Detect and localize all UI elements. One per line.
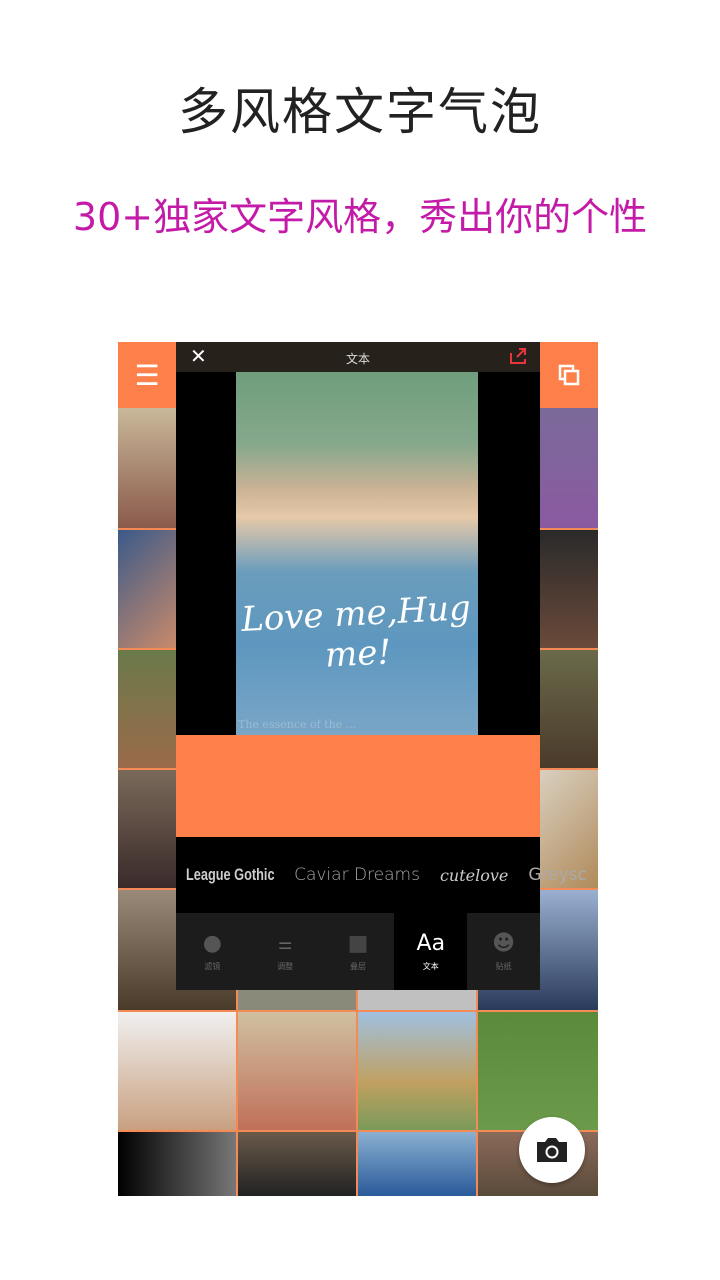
photo-thumb[interactable] bbox=[118, 530, 176, 648]
dialog-title: 文本 bbox=[345, 352, 370, 366]
sticker-icon: ☻ bbox=[492, 930, 516, 956]
photo-thumb[interactable] bbox=[118, 650, 176, 768]
dialog-header: ✕ 文本 bbox=[176, 342, 540, 372]
promo-title: 多风格文字气泡 bbox=[178, 83, 542, 141]
photo-thumb[interactable] bbox=[358, 990, 476, 1010]
photo-thumb[interactable] bbox=[478, 1012, 598, 1130]
tool-text[interactable]: Aa 文本 bbox=[394, 913, 468, 990]
font-option[interactable]: Caviar Dreams bbox=[294, 865, 420, 885]
photo-thumb[interactable] bbox=[238, 990, 356, 1010]
font-option[interactable]: League Gothic bbox=[186, 865, 275, 885]
font-option[interactable]: Greysc bbox=[528, 865, 587, 885]
tool-bar: ● 滤镜 ⚌ 调整 ■ 叠层 Aa 文本 ☻ 贴纸 bbox=[176, 913, 540, 990]
tool-adjust[interactable]: ⚌ 调整 bbox=[249, 913, 322, 990]
tool-layers[interactable]: ■ 叠层 bbox=[322, 913, 395, 990]
filter-icon: ● bbox=[202, 930, 222, 956]
text-editor-dialog: ✕ 文本 Love me,Hug me! The essence of the … bbox=[176, 342, 587, 990]
camera-button[interactable] bbox=[519, 1117, 585, 1183]
photo-thumb[interactable] bbox=[540, 408, 598, 528]
menu-button[interactable]: ☰ bbox=[118, 342, 176, 408]
font-option[interactable]: cutelove bbox=[440, 866, 508, 885]
menu-icon: ☰ bbox=[134, 358, 160, 392]
photo-thumb[interactable] bbox=[238, 1132, 356, 1196]
camera-icon bbox=[537, 1138, 567, 1162]
tool-sticker[interactable]: ☻ 贴纸 bbox=[467, 913, 540, 990]
copy-icon bbox=[558, 364, 580, 386]
photo-thumb[interactable] bbox=[118, 770, 176, 888]
promo-subtitle: 30+独家文字风格，秀出你的个性 bbox=[72, 195, 648, 239]
photo-thumb[interactable] bbox=[540, 650, 598, 768]
layers-icon: ■ bbox=[347, 930, 369, 956]
app-screenshot: ☰ ✕ 文本 Love me,Hug me! The essence of th… bbox=[118, 342, 598, 1196]
font-picker: League Gothic Caviar Dreams cutelove Gre… bbox=[176, 837, 587, 913]
photo-thumb[interactable] bbox=[358, 1012, 476, 1130]
collage-button[interactable] bbox=[540, 342, 598, 408]
tool-filter[interactable]: ● 滤镜 bbox=[176, 913, 249, 990]
photo-caption: The essence of the ... bbox=[238, 718, 357, 731]
photo-thumb[interactable] bbox=[540, 530, 598, 648]
share-icon[interactable] bbox=[510, 348, 526, 364]
text-icon: Aa bbox=[416, 930, 446, 956]
text-overlay[interactable]: Love me,Hug me! bbox=[234, 588, 480, 681]
color-panel bbox=[176, 735, 540, 837]
edited-photo[interactable]: Love me,Hug me! The essence of the ... bbox=[236, 372, 478, 735]
photo-thumb[interactable] bbox=[118, 1012, 236, 1130]
photo-thumb[interactable] bbox=[118, 408, 176, 528]
sliders-icon: ⚌ bbox=[278, 933, 293, 953]
photo-thumb[interactable] bbox=[118, 1132, 236, 1196]
photo-thumb[interactable] bbox=[358, 1132, 476, 1196]
photo-thumb[interactable] bbox=[238, 1012, 356, 1130]
